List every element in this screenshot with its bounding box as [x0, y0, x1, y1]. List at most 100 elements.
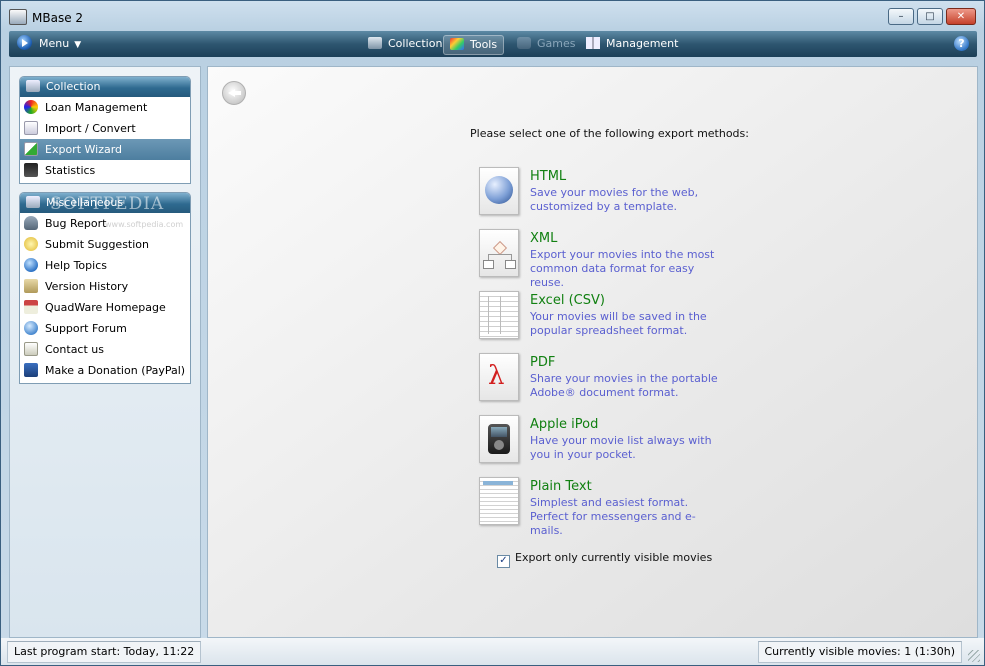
- tab-games-label: Games: [537, 37, 576, 50]
- status-visible-movies: Currently visible movies: 1 (1:30h): [757, 641, 962, 663]
- export-prompt: Please select one of the following expor…: [470, 127, 749, 140]
- statistics-icon: [24, 163, 38, 177]
- sidebar-item-label: Contact us: [45, 343, 104, 356]
- help-topics-icon: [24, 258, 38, 272]
- suggestion-icon: [24, 237, 38, 251]
- collection-panel-header[interactable]: Collection: [20, 77, 190, 97]
- maximize-button[interactable]: □: [917, 8, 943, 25]
- tab-management-label: Management: [606, 37, 679, 50]
- sidebar-item-submit-suggestion[interactable]: Submit Suggestion: [20, 234, 190, 255]
- export-method-description: Have your movie list always with you in …: [530, 434, 712, 461]
- close-button[interactable]: ✕: [946, 8, 976, 25]
- sidebar-item-version-history[interactable]: Version History: [20, 276, 190, 297]
- export-visible-only-label: Export only currently visible movies: [515, 551, 713, 564]
- export-visible-only-checkbox[interactable]: ✓: [497, 555, 510, 568]
- tab-collection[interactable]: Collection: [364, 35, 446, 53]
- sidebar-item-quadware-homepage[interactable]: QuadWare Homepage: [20, 297, 190, 318]
- chevron-down-icon: ▼: [74, 40, 82, 50]
- spreadsheet-icon: [479, 291, 519, 339]
- main-toolbar: Menu ▼ Collection Tools Games Management …: [9, 31, 977, 57]
- sidebar-item-label: QuadWare Homepage: [45, 301, 166, 314]
- menu-orb-icon: [17, 35, 32, 50]
- collection-icon: [368, 37, 382, 49]
- import-icon: [24, 121, 38, 135]
- tools-icon: [450, 38, 464, 50]
- sidebar-item-make-a-donation[interactable]: Make a Donation (PayPal): [20, 360, 190, 381]
- miscellaneous-panel-icon: [26, 196, 40, 208]
- watermark: SOFTPEDIA: [50, 194, 165, 214]
- sidebar-item-export-wizard[interactable]: Export Wizard: [20, 139, 190, 160]
- xml-tree-icon: [479, 229, 519, 277]
- export-method-description: Simplest and easiest format. Perfect for…: [530, 496, 696, 537]
- management-icon: [586, 37, 600, 49]
- tab-games[interactable]: Games: [513, 35, 579, 53]
- loan-icon: [24, 100, 38, 114]
- globe-icon: [479, 167, 519, 215]
- export-method-title: Excel (CSV): [530, 293, 605, 308]
- menu-button[interactable]: Menu ▼: [17, 35, 81, 53]
- export-method-description: Export your movies into the most common …: [530, 248, 715, 289]
- sidebar-item-label: Version History: [45, 280, 129, 293]
- collection-panel-title: Collection: [46, 80, 101, 93]
- export-method-pdf[interactable]: λ PDF Share your movies in the portable …: [479, 353, 799, 405]
- ipod-icon: [479, 415, 519, 463]
- homepage-icon: [24, 300, 38, 314]
- bug-report-icon: [24, 216, 38, 230]
- tab-tools-label: Tools: [470, 38, 498, 51]
- help-icon[interactable]: ?: [954, 36, 969, 51]
- sidebar-item-import-convert[interactable]: Import / Convert: [20, 118, 190, 139]
- tab-collection-label: Collection: [388, 37, 443, 50]
- sidebar-item-label: Submit Suggestion: [45, 238, 150, 251]
- tab-management[interactable]: Management: [582, 35, 682, 53]
- sidebar-item-contact-us[interactable]: Contact us: [20, 339, 190, 360]
- status-bar: Last program start: Today, 11:22 Current…: [1, 638, 984, 665]
- version-history-icon: [24, 279, 38, 293]
- export-method-description: Your movies will be saved in the popular…: [530, 310, 707, 337]
- menu-label: Menu: [39, 37, 70, 50]
- pdf-icon: λ: [479, 353, 519, 401]
- export-method-excel-csv[interactable]: Excel (CSV) Your movies will be saved in…: [479, 291, 799, 343]
- sidebar-item-loan-management[interactable]: Loan Management: [20, 97, 190, 118]
- sidebar-item-label: Statistics: [45, 164, 96, 177]
- export-method-title: Apple iPod: [530, 417, 599, 432]
- text-document-icon: [479, 477, 519, 525]
- export-method-plain-text[interactable]: Plain Text Simplest and easiest format. …: [479, 477, 799, 537]
- sidebar-item-label: Loan Management: [45, 101, 148, 114]
- export-method-title: PDF: [530, 355, 556, 370]
- contact-icon: [24, 342, 38, 356]
- sidebar-item-help-topics[interactable]: Help Topics: [20, 255, 190, 276]
- donation-icon: [24, 363, 38, 377]
- window-title: MBase 2: [32, 11, 84, 25]
- support-forum-icon: [24, 321, 38, 335]
- export-method-title: XML: [530, 231, 558, 246]
- tab-tools[interactable]: Tools: [443, 35, 505, 55]
- sidebar-item-label: Export Wizard: [45, 143, 123, 156]
- title-bar[interactable]: MBase 2 – □ ✕: [1, 1, 984, 31]
- watermark-url: www.softpedia.com: [105, 220, 184, 229]
- export-method-title: Plain Text: [530, 479, 592, 494]
- resize-grip-icon[interactable]: [968, 650, 980, 662]
- app-window: MBase 2 – □ ✕ Menu ▼ Collection Tools Gam…: [0, 0, 985, 666]
- export-method-xml[interactable]: XML Export your movies into the most com…: [479, 229, 799, 289]
- export-icon: [24, 142, 38, 156]
- collection-panel: Collection Loan Management Import / Conv…: [19, 76, 191, 184]
- export-method-html[interactable]: HTML Save your movies for the web, custo…: [479, 167, 799, 219]
- export-method-title: HTML: [530, 169, 567, 184]
- export-method-description: Save your movies for the web, customized…: [530, 186, 699, 213]
- collection-panel-icon: [26, 80, 40, 92]
- sidebar-item-label: Make a Donation (PayPal): [45, 364, 186, 377]
- export-method-description: Share your movies in the portable Adobe®…: [530, 372, 718, 399]
- games-icon: [517, 37, 531, 49]
- sidebar: Collection Loan Management Import / Conv…: [9, 66, 201, 638]
- minimize-button[interactable]: –: [888, 8, 914, 25]
- back-arrow-icon[interactable]: [222, 81, 246, 105]
- export-method-apple-ipod[interactable]: Apple iPod Have your movie list always w…: [479, 415, 799, 467]
- export-wizard-pane: Please select one of the following expor…: [207, 66, 978, 638]
- export-visible-only-option[interactable]: ✓ Export only currently visible movies: [497, 551, 712, 568]
- app-icon: [9, 9, 27, 25]
- sidebar-item-label: Help Topics: [45, 259, 107, 272]
- status-last-start: Last program start: Today, 11:22: [7, 641, 202, 663]
- sidebar-item-statistics[interactable]: Statistics: [20, 160, 190, 181]
- sidebar-item-label: Support Forum: [45, 322, 127, 335]
- sidebar-item-support-forum[interactable]: Support Forum: [20, 318, 190, 339]
